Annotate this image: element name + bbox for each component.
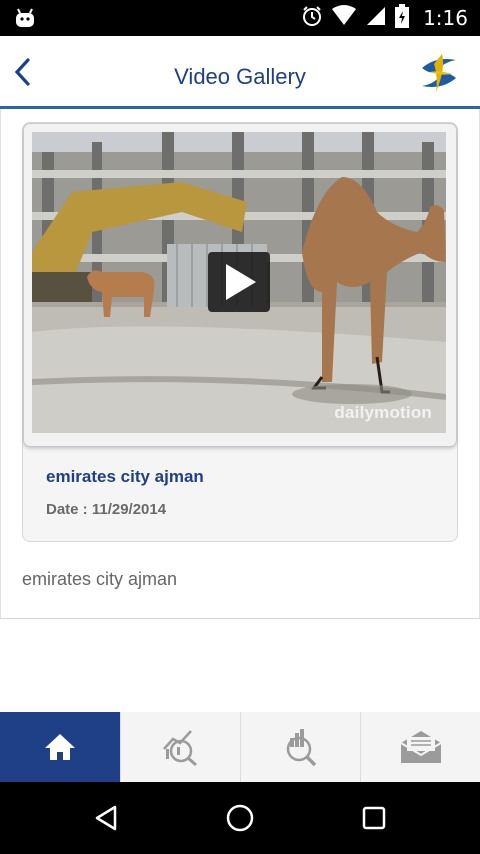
- play-button[interactable]: [208, 252, 270, 312]
- back-triangle-icon: [95, 805, 117, 831]
- system-back-button[interactable]: [86, 800, 126, 836]
- video-watermark: dailymotion: [334, 403, 432, 422]
- app-logo[interactable]: [416, 50, 462, 96]
- video-date: Date : 11/29/2014: [46, 501, 167, 518]
- nav-property-search[interactable]: [240, 712, 360, 782]
- nav-home[interactable]: [0, 712, 120, 782]
- nav-market-search[interactable]: [120, 712, 240, 782]
- video-thumbnail[interactable]: dailymotion: [32, 132, 446, 433]
- page-title: Video Gallery: [174, 64, 306, 89]
- recents-square-icon: [362, 806, 386, 830]
- battery-icon: [395, 3, 410, 33]
- video-thumbnail-frame[interactable]: dailymotion: [24, 124, 456, 446]
- bottom-nav: [0, 712, 480, 782]
- alarm-icon: [301, 5, 323, 32]
- status-time: 1:16: [423, 6, 468, 30]
- status-icons: 1:16: [301, 3, 468, 33]
- video-title[interactable]: emirates city ajman: [46, 467, 204, 487]
- wifi-icon: [331, 4, 357, 32]
- system-recents-button[interactable]: [354, 800, 394, 836]
- android-icon: [14, 7, 36, 34]
- home-icon: [45, 734, 75, 760]
- nav-contact[interactable]: [360, 712, 480, 782]
- signal-icon: [365, 5, 387, 32]
- video-description: emirates city ajman: [22, 569, 178, 589]
- chart-search-icon: [162, 730, 197, 767]
- system-home-button[interactable]: [220, 800, 260, 836]
- property-search-icon: [286, 729, 316, 767]
- status-bar: 1:16: [0, 0, 480, 36]
- system-nav-bar: [0, 782, 480, 854]
- play-icon: [226, 264, 256, 300]
- mail-icon: [399, 731, 442, 763]
- home-circle-icon: [226, 804, 254, 832]
